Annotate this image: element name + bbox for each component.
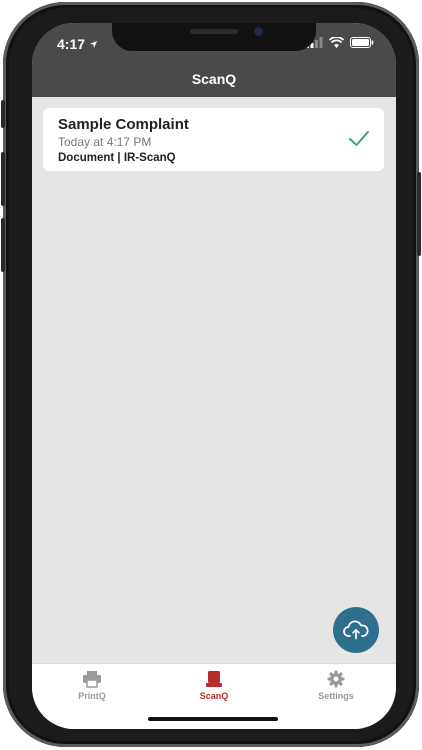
status-time-text: 4:17 xyxy=(57,36,86,52)
list-item[interactable]: Sample Complaint Today at 4:17 PM Docume… xyxy=(43,108,384,171)
job-title: Sample Complaint xyxy=(58,116,189,133)
upload-button[interactable] xyxy=(333,607,379,653)
home-indicator[interactable] xyxy=(148,717,278,721)
tab-settings-label: Settings xyxy=(318,691,354,701)
battery-icon xyxy=(350,37,374,48)
status-time: 4:17 xyxy=(57,36,98,52)
location-arrow-icon xyxy=(89,40,98,48)
tab-scanq-label: ScanQ xyxy=(199,691,229,701)
volume-up-button xyxy=(1,152,5,206)
wifi-icon xyxy=(329,37,344,48)
volume-down-button xyxy=(1,218,5,272)
gear-icon xyxy=(327,670,345,688)
tab-printq-label: PrintQ xyxy=(78,691,106,701)
job-timestamp: Today at 4:17 PM xyxy=(58,135,152,149)
tab-printq[interactable]: PrintQ xyxy=(47,670,137,701)
front-camera xyxy=(254,27,263,36)
tab-settings[interactable]: Settings xyxy=(291,670,381,701)
tab-scanq[interactable]: ScanQ xyxy=(169,670,259,701)
speaker-grille xyxy=(190,29,238,34)
power-button xyxy=(417,172,421,256)
phone-frame: 4:17 ScanQ Sample Complaint Today at 4:1… xyxy=(1,2,421,747)
printer-icon xyxy=(83,671,101,688)
job-meta: Document | IR-ScanQ xyxy=(58,152,176,164)
silent-switch xyxy=(1,100,5,128)
cloud-upload-icon xyxy=(343,620,369,640)
checkmark-icon xyxy=(349,131,369,146)
screen: 4:17 ScanQ Sample Complaint Today at 4:1… xyxy=(32,23,396,729)
status-indicators xyxy=(306,37,374,48)
page-title: ScanQ xyxy=(191,71,237,87)
notch xyxy=(112,23,316,51)
scanner-icon xyxy=(206,671,222,687)
